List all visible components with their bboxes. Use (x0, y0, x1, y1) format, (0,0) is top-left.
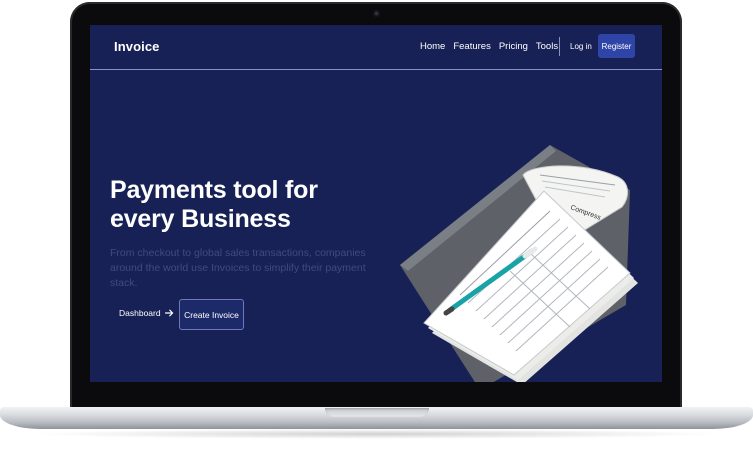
nav-link-tools[interactable]: Tools (536, 41, 558, 52)
nav-link-pricing[interactable]: Pricing (499, 41, 528, 52)
camera-icon (373, 10, 380, 17)
nav-links: Home Features Pricing Tools (420, 41, 558, 52)
dashboard-label: Dashboard (119, 308, 161, 318)
nav-link-features[interactable]: Features (453, 41, 491, 52)
screen: Invoice Home Features Pricing Tools Log … (90, 25, 662, 382)
laptop-shadow (30, 429, 723, 439)
dashboard-button[interactable]: Dashboard (119, 308, 174, 318)
hero-subtitle: From checkout to global sales transactio… (110, 247, 366, 289)
register-button[interactable]: Register (598, 34, 635, 58)
hero-title: Payments tool for every Business (110, 176, 318, 233)
arrow-right-icon (164, 309, 173, 317)
brand-logo[interactable]: Invoice (114, 39, 160, 54)
nav-link-home[interactable]: Home (420, 41, 445, 52)
login-link[interactable]: Log in (570, 42, 592, 51)
top-navbar: Invoice Home Features Pricing Tools Log … (90, 25, 662, 70)
nav-divider (559, 37, 560, 56)
laptop-notch (325, 408, 429, 417)
create-invoice-button[interactable]: Create Invoice (179, 299, 244, 330)
invoice-pad-illustration: Compress (400, 145, 638, 382)
